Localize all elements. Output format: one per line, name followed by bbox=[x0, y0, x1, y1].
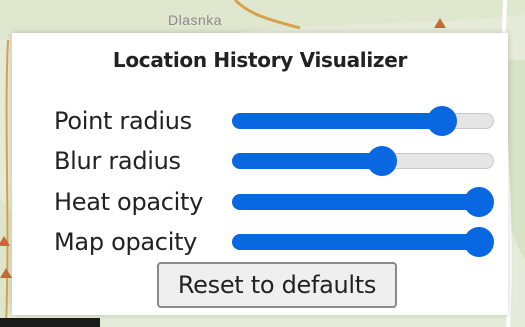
slider-thumb[interactable] bbox=[464, 227, 494, 257]
blur-radius-slider[interactable] bbox=[232, 145, 494, 177]
map-opacity-label: Map opacity bbox=[54, 228, 198, 256]
heat-opacity-slider[interactable] bbox=[232, 186, 494, 218]
blur-radius-row: Blur radius bbox=[54, 145, 499, 177]
reset-to-defaults-button[interactable]: Reset to defaults bbox=[157, 262, 397, 308]
bottom-bar bbox=[0, 318, 100, 327]
slider-thumb[interactable] bbox=[426, 106, 457, 136]
map-place-label: Dlasnka bbox=[168, 12, 223, 28]
slider-fill bbox=[232, 234, 479, 250]
map-opacity-row: Map opacity bbox=[54, 226, 499, 258]
slider-thumb[interactable] bbox=[366, 146, 397, 176]
point-radius-row: Point radius bbox=[54, 105, 499, 137]
blur-radius-label: Blur radius bbox=[54, 147, 181, 175]
slider-fill bbox=[232, 113, 442, 129]
panel-title: Location History Visualizer bbox=[112, 48, 408, 72]
heat-opacity-label: Heat opacity bbox=[54, 188, 204, 216]
point-radius-label: Point radius bbox=[54, 107, 192, 135]
slider-thumb[interactable] bbox=[464, 187, 494, 217]
map-road bbox=[5, 39, 9, 327]
slider-fill bbox=[232, 153, 382, 169]
visualizer-control-panel: Location History Visualizer Point radius… bbox=[12, 33, 508, 315]
map-opacity-slider[interactable] bbox=[232, 226, 494, 258]
heat-opacity-row: Heat opacity bbox=[54, 186, 499, 218]
point-radius-slider[interactable] bbox=[232, 105, 494, 137]
map-viewport[interactable]: Dlasnka Location History Visualizer Poin… bbox=[0, 0, 525, 327]
slider-fill bbox=[232, 194, 479, 210]
